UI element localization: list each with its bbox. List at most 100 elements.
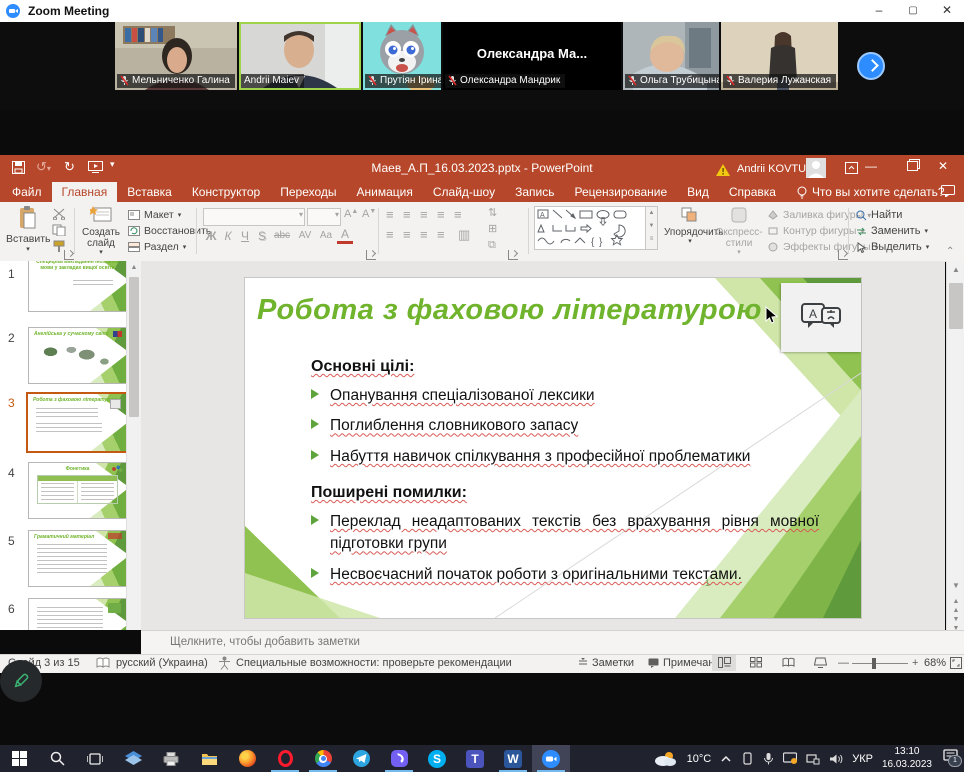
participant-tile[interactable]: Мельниченко Галина [115, 22, 237, 90]
keyboard-language[interactable]: УКР [852, 753, 873, 765]
text-direction-icon[interactable]: ⇅ [488, 206, 497, 220]
tab-design[interactable]: Конструктор [182, 182, 270, 202]
zoom-level[interactable]: 68% [924, 657, 946, 669]
clock[interactable]: 13:10 16.03.2023 [882, 746, 932, 771]
paste-button[interactable]: Вставить▾ [6, 206, 50, 252]
weather-icon[interactable] [652, 751, 678, 767]
font-dialog-launcher[interactable] [366, 250, 376, 260]
bullets-icon[interactable]: ≡ [386, 208, 394, 222]
shapes-gallery-scroll[interactable]: ▲▼≡ [646, 206, 658, 250]
numbering-icon[interactable]: ≡ [403, 208, 411, 222]
tab-record[interactable]: Запись [505, 182, 564, 202]
quick-styles-button[interactable]: Экспресс-стили▾ [716, 206, 762, 252]
start-button[interactable] [0, 745, 38, 772]
taskbar-search-icon[interactable] [38, 745, 76, 772]
slide-thumbnail-6[interactable] [28, 598, 127, 630]
reading-view-button[interactable] [776, 655, 800, 671]
tab-home[interactable]: Главная [52, 182, 118, 202]
smartart-convert-icon[interactable]: ⧉ [488, 238, 496, 252]
scrollbar-thumb[interactable] [949, 283, 963, 329]
align-center-icon[interactable]: ≡ [403, 228, 411, 242]
slide-thumbnails-panel[interactable]: 1 Специфіка викладання іноземної мови у … [0, 261, 141, 630]
normal-view-button[interactable] [712, 655, 736, 671]
tab-animations[interactable]: Анимация [347, 182, 423, 202]
tab-view[interactable]: Вид [677, 182, 719, 202]
fit-slide-icon[interactable] [950, 657, 962, 669]
increase-font-icon[interactable]: А▲ [344, 208, 358, 220]
columns-icon[interactable]: ▥ [458, 228, 470, 242]
slide-thumbnail-3-selected[interactable]: Робота з фаховою літературою [26, 392, 129, 453]
firefox-icon[interactable] [228, 745, 266, 772]
new-slide-button[interactable]: Создать слайд▾ [78, 206, 124, 252]
participant-tile[interactable]: Валерия Лужанская [721, 22, 838, 90]
scroll-down-icon[interactable]: ▼ [947, 579, 964, 592]
ppt-restore-button[interactable] [907, 161, 918, 171]
tab-transitions[interactable]: Переходы [270, 182, 346, 202]
zoom-taskbar-icon[interactable] [532, 745, 570, 772]
slide-sorter-view-button[interactable] [744, 655, 768, 671]
zoom-maximize-button[interactable]: ▢ [896, 0, 930, 21]
chrome-icon[interactable] [304, 745, 342, 772]
decrease-font-icon[interactable]: А▼ [362, 208, 376, 220]
text-shadow-button[interactable]: S [254, 228, 270, 244]
font-size-combobox[interactable] [307, 208, 341, 226]
participant-tile[interactable]: Ольга Трубицына [623, 22, 719, 90]
thumbnails-scrollbar[interactable]: ▲ [126, 261, 141, 630]
decrease-indent-icon[interactable]: ≡ [420, 208, 428, 222]
participant-tile[interactable]: Прутіян Ірина [363, 22, 441, 90]
line-spacing-icon[interactable]: ≡ [454, 208, 462, 222]
participant-tile[interactable]: Олександра Ма... Олександра Мандрик [443, 22, 621, 90]
translate-overlay[interactable]: A [781, 283, 861, 352]
paragraph-dialog-launcher[interactable] [508, 250, 518, 260]
strikethrough-button[interactable]: abc [271, 228, 293, 244]
task-view-icon[interactable] [76, 745, 114, 772]
font-color-button[interactable]: А [337, 228, 353, 244]
shape-outline-button[interactable]: Контур фигуры [768, 225, 864, 237]
tab-file[interactable]: Файл [2, 182, 52, 202]
zoom-minimize-button[interactable]: – [862, 0, 896, 21]
screen-share-icon[interactable] [783, 752, 797, 765]
collapse-ribbon-icon[interactable]: ⌃ [946, 246, 954, 257]
avatar[interactable] [806, 158, 826, 178]
align-right-icon[interactable]: ≡ [420, 228, 428, 242]
opera-icon[interactable] [266, 745, 304, 772]
phone-link-icon[interactable] [741, 752, 754, 765]
scroll-up-icon[interactable]: ▲ [947, 263, 964, 276]
mail-app-icon[interactable] [114, 745, 152, 772]
teams-icon[interactable]: T [456, 745, 494, 772]
action-center-icon[interactable]: 1 [943, 749, 958, 768]
character-spacing-button[interactable]: AV [295, 228, 315, 244]
participant-tile-active-speaker[interactable]: Andrii Maiev [239, 22, 361, 90]
slide-thumbnail-5[interactable]: Граматичний матеріал [28, 530, 127, 587]
find-button[interactable]: Найти [856, 209, 902, 221]
zoom-slider-thumb[interactable] [872, 658, 876, 669]
network-icon[interactable] [806, 753, 820, 765]
shapes-gallery[interactable]: A {} [534, 206, 646, 250]
align-text-icon[interactable]: ⊞ [488, 222, 497, 236]
bold-button[interactable]: Ж [203, 228, 219, 244]
underline-button[interactable]: Ч [237, 228, 253, 244]
file-explorer-icon[interactable] [190, 745, 228, 772]
tell-me-search[interactable]: Что вы хотите сделать? [812, 182, 945, 202]
viber-icon[interactable] [380, 745, 418, 772]
word-icon[interactable]: W [494, 745, 532, 772]
slide-thumbnail-1[interactable]: Специфіка викладання іноземної мови у за… [28, 261, 127, 312]
thumb-scroll-up-icon[interactable]: ▲ [127, 261, 141, 274]
notes-placeholder[interactable]: Щелкните, чтобы добавить заметки [170, 636, 360, 648]
reset-button[interactable]: Восстановить [128, 225, 211, 237]
accessibility-status[interactable]: Специальные возможности: проверьте реком… [236, 657, 512, 669]
replace-button[interactable]: Заменить▾ [856, 225, 928, 237]
thumb-scrollbar-thumb[interactable] [129, 277, 139, 417]
clipboard-dialog-launcher[interactable] [64, 250, 74, 260]
current-slide[interactable]: Робота з фаховою літературою Основні ціл… [245, 278, 861, 618]
zoom-slider-track[interactable] [852, 663, 908, 664]
slideshow-view-button[interactable] [808, 655, 832, 671]
fax-printer-icon[interactable] [152, 745, 190, 772]
tab-review[interactable]: Рецензирование [564, 182, 677, 202]
tab-help[interactable]: Справка [719, 182, 786, 202]
weather-temp[interactable]: 10°C [687, 753, 712, 765]
layout-button[interactable]: Макет▾ [128, 209, 181, 221]
annotation-pencil-button[interactable] [0, 660, 42, 702]
volume-icon[interactable] [829, 753, 843, 765]
slide-thumbnail-4[interactable]: Фонетика [28, 462, 127, 519]
